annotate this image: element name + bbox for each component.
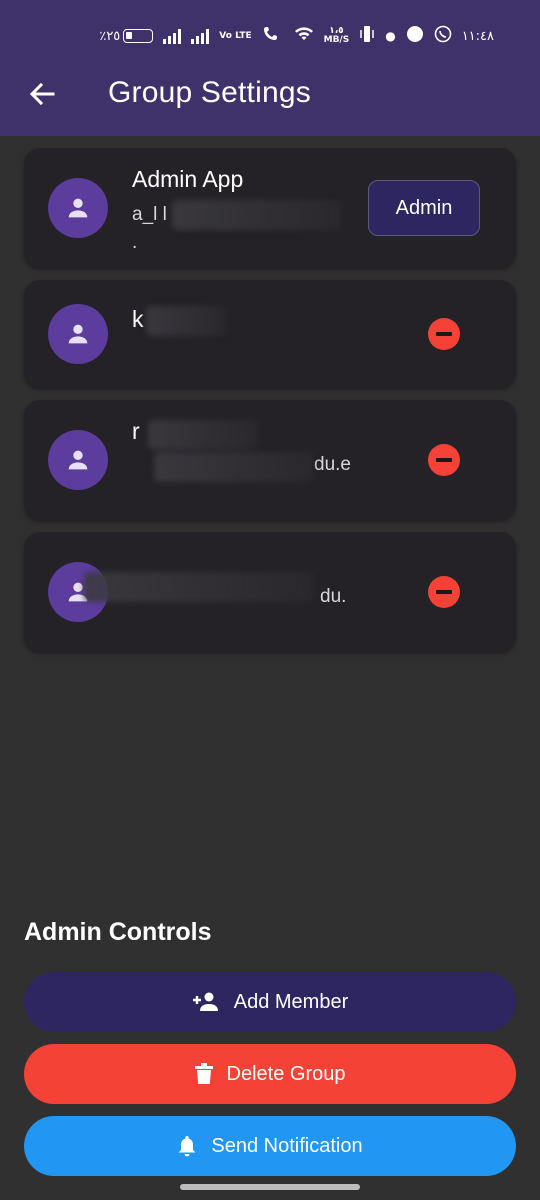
member-card: r du.e <box>24 400 516 520</box>
delete-group-button[interactable]: Delete Group <box>24 1044 516 1104</box>
volte-indicator: Vo LTE <box>219 30 252 41</box>
redacted-text <box>172 200 342 230</box>
avatar <box>48 178 108 238</box>
member-email: du.e <box>314 454 351 475</box>
avatar <box>48 430 108 490</box>
delete-group-label: Delete Group <box>226 1062 346 1085</box>
member-card: du. <box>24 532 516 652</box>
person-add-icon <box>192 992 218 1011</box>
remove-member-button[interactable] <box>428 444 460 476</box>
home-indicator[interactable] <box>180 1184 360 1190</box>
admin-controls-title: Admin Controls <box>24 918 212 946</box>
battery-indicator: ٪٢٥ <box>99 28 154 44</box>
send-notification-button[interactable]: Send Notification <box>24 1116 516 1176</box>
page-title: Group Settings <box>108 76 311 109</box>
person-icon <box>68 450 88 470</box>
status-bar: ٪٢٥ Vo LTE ١،٥ MB/S ● ١١:٤٨ <box>0 18 540 54</box>
redacted-text <box>146 306 226 336</box>
add-member-button[interactable]: Add Member <box>24 972 516 1032</box>
remove-member-button[interactable] <box>428 576 460 608</box>
clock: ١١:٤٨ <box>461 28 494 44</box>
back-button[interactable] <box>24 76 60 112</box>
member-email: a_l l <box>132 204 167 225</box>
redacted-text <box>84 572 314 602</box>
battery-percent: ٪٢٥ <box>99 28 121 44</box>
redacted-text <box>148 420 258 450</box>
admin-badge[interactable]: Admin <box>368 180 480 236</box>
member-name: r <box>132 418 140 444</box>
redacted-text <box>154 452 314 482</box>
vibrate-icon <box>359 25 375 47</box>
dot-icon: ● <box>385 29 396 43</box>
bell-icon <box>178 1136 196 1157</box>
signal-icon-2 <box>191 28 210 44</box>
member-card: Admin App a_l l . Admin <box>24 148 516 268</box>
wifi-icon <box>294 26 314 46</box>
wifi-call-icon <box>262 25 284 47</box>
arrow-left-icon <box>29 82 55 106</box>
app-bar: ٪٢٥ Vo LTE ١،٥ MB/S ● ١١:٤٨ Group Settin… <box>0 0 540 136</box>
member-email: du. <box>320 586 347 607</box>
battery-icon <box>123 29 154 43</box>
minus-circle-icon <box>436 332 452 336</box>
member-name: k <box>132 306 144 332</box>
avatar <box>48 304 108 364</box>
member-name: Admin App <box>132 166 244 192</box>
minus-circle-icon <box>436 458 452 462</box>
minus-circle-icon <box>436 590 452 594</box>
app-notification-icon <box>406 25 424 47</box>
trash-icon <box>194 1063 213 1084</box>
person-icon <box>68 324 88 344</box>
whatsapp-icon <box>434 25 452 47</box>
signal-icon <box>163 28 182 44</box>
remove-member-button[interactable] <box>428 318 460 350</box>
person-icon <box>68 198 88 218</box>
send-notification-label: Send Notification <box>211 1134 363 1157</box>
member-card: k <box>24 280 516 388</box>
data-speed: ١،٥ MB/S <box>324 27 350 45</box>
add-member-label: Add Member <box>233 990 349 1013</box>
data-speed-unit: MB/S <box>323 35 350 45</box>
member-subtext: . <box>132 232 138 253</box>
